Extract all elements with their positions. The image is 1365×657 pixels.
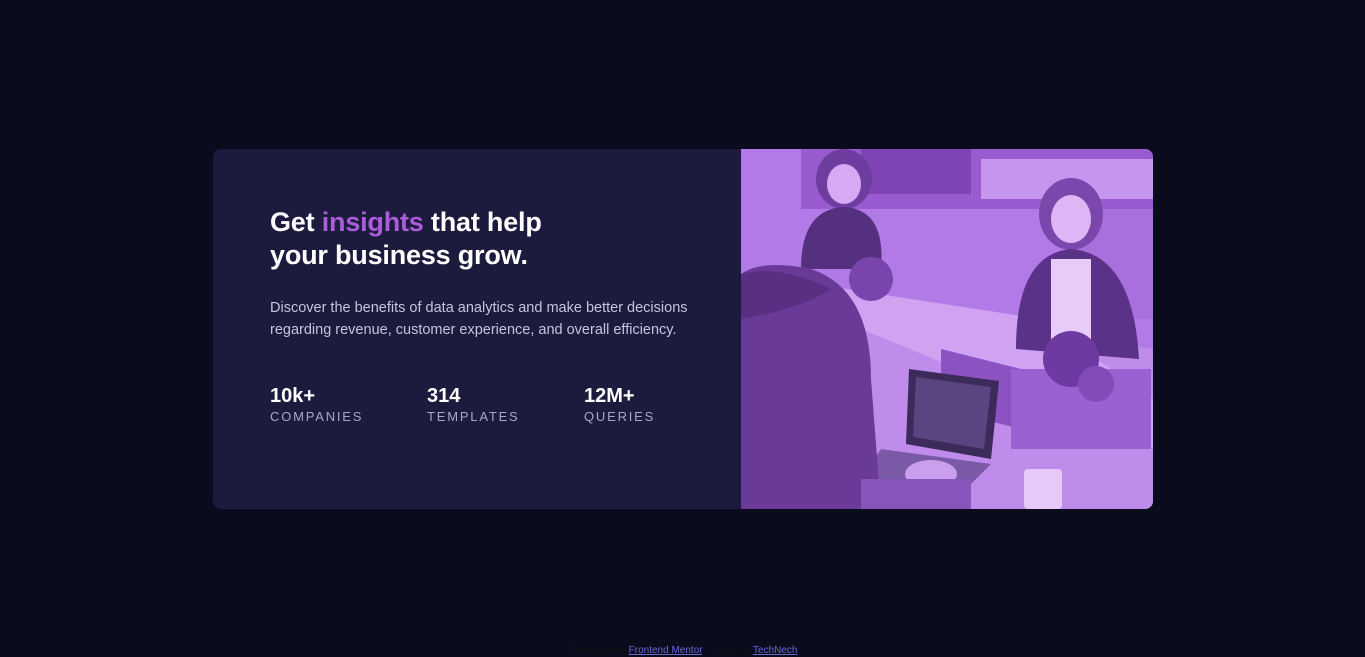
card-headline: Get insights that help your business gro… <box>270 206 600 272</box>
author-link[interactable]: TechNech <box>753 645 797 656</box>
stat-label: QUERIES <box>584 409 656 424</box>
stat-templates: 314 TEMPLATES <box>427 385 584 424</box>
stat-label: COMPANIES <box>270 409 364 424</box>
stats-row: 10k+ COMPANIES 314 TEMPLATES 12M+ QUERIE… <box>270 385 741 424</box>
stat-value: 12M+ <box>584 385 635 407</box>
frontend-mentor-link[interactable]: Frontend Mentor <box>629 645 702 656</box>
stat-companies: 10k+ COMPANIES <box>270 385 427 424</box>
attribution-prefix: Challenge by <box>567 645 626 656</box>
stat-value: 10k+ <box>270 385 316 407</box>
headline-prefix: Get <box>270 207 322 237</box>
attribution: Challenge by Frontend Mentor. Coded by T… <box>0 645 1365 657</box>
card-content: Get insights that help your business gro… <box>213 149 741 509</box>
photo-illustration <box>741 149 1153 509</box>
stat-queries: 12M+ QUERIES <box>584 385 741 424</box>
team-meeting-photo <box>741 149 1153 509</box>
stat-label: TEMPLATES <box>427 409 520 424</box>
attribution-middle: . Coded by <box>702 645 751 656</box>
card-description: Discover the benefits of data analytics … <box>270 300 688 338</box>
stats-preview-card: Get insights that help your business gro… <box>213 149 1153 509</box>
headline-accent: insights <box>321 207 424 237</box>
stat-value: 314 <box>427 385 461 407</box>
